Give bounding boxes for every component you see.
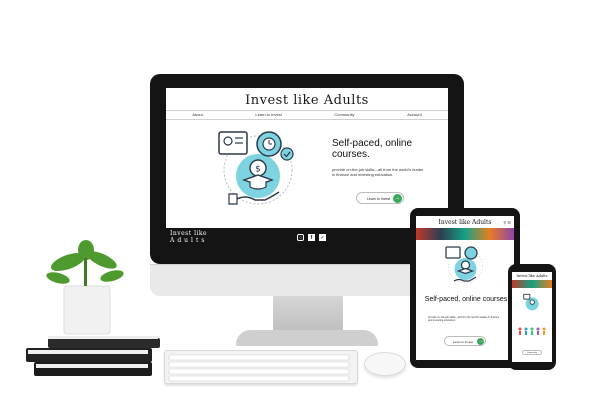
tablet-hero-subtext: provide on-the-job skills—all from the w… — [428, 316, 500, 323]
online-learning-illustration: $ — [218, 131, 294, 205]
phone-site-title[interactable]: Invest like Adults — [512, 274, 552, 278]
hero-heading: Self-paced, online courses. — [332, 138, 413, 160]
twitter-icon[interactable]: ✓ — [319, 234, 326, 241]
svg-text:$: $ — [255, 165, 261, 175]
mouse — [364, 352, 406, 376]
plant-pot — [63, 285, 111, 335]
tablet-site-title[interactable]: Invest like Adults — [416, 219, 514, 226]
community-people-image — [518, 327, 546, 335]
tablet-banner-image — [416, 228, 514, 240]
tablet-header-icons[interactable]: ⚲ ☰ — [503, 220, 511, 225]
tablet-button-label: Learn to Invest — [453, 340, 473, 344]
monitor-stand-neck — [273, 296, 343, 332]
site-title[interactable]: Invest like Adults — [166, 93, 448, 108]
phone-website-screen: Invest like Adults Community — [512, 272, 552, 362]
book-top — [48, 338, 160, 348]
nav-item-about[interactable]: About — [192, 112, 202, 117]
learn-to-invest-button[interactable]: Learn to Invest → — [356, 192, 404, 204]
tablet-learn-to-invest-button[interactable]: Learn to Invest → — [444, 336, 486, 346]
monitor-stand-base — [236, 330, 378, 346]
footer-logo[interactable]: Invest like Adults — [170, 230, 207, 244]
checkmark-badge-icon — [280, 147, 294, 161]
arrow-right-icon: → — [477, 338, 484, 345]
nav-divider-bottom — [166, 119, 448, 120]
main-nav: About Learn to Invest Community Account — [166, 112, 448, 117]
tablet-website-screen: Invest like Adults ⚲ ☰ Self-paced, onlin… — [416, 216, 514, 360]
footer-logo-line1: Invest like — [170, 230, 208, 237]
site-footer: Invest like Adults ○ f ✓ — [166, 228, 448, 248]
phone-community-button[interactable]: Community — [522, 350, 542, 355]
phone-illustration — [523, 293, 539, 311]
plant-and-books — [26, 240, 160, 376]
nav-item-account[interactable]: Account — [407, 112, 421, 117]
nav-item-community[interactable]: Community — [334, 112, 354, 117]
footer-logo-line2: Adults — [170, 237, 208, 244]
tablet-illustration — [445, 246, 483, 284]
tablet-hero-heading: Self-paced, online courses. — [424, 296, 510, 303]
nav-item-learn-to-invest[interactable]: Learn to Invest — [255, 112, 281, 117]
desktop-website-screen: Invest like Adults About Learn to Invest… — [166, 88, 448, 248]
nav-divider — [166, 110, 448, 111]
instagram-icon[interactable]: ○ — [297, 234, 304, 241]
keyboard — [164, 350, 358, 384]
arrow-right-icon: → — [393, 194, 402, 203]
learn-to-invest-label: Learn to Invest — [367, 197, 391, 201]
phone-banner-image — [512, 280, 552, 288]
facebook-icon[interactable]: f — [308, 234, 315, 241]
hero-subtext: provide on-the-job skills—all from the w… — [332, 167, 424, 177]
